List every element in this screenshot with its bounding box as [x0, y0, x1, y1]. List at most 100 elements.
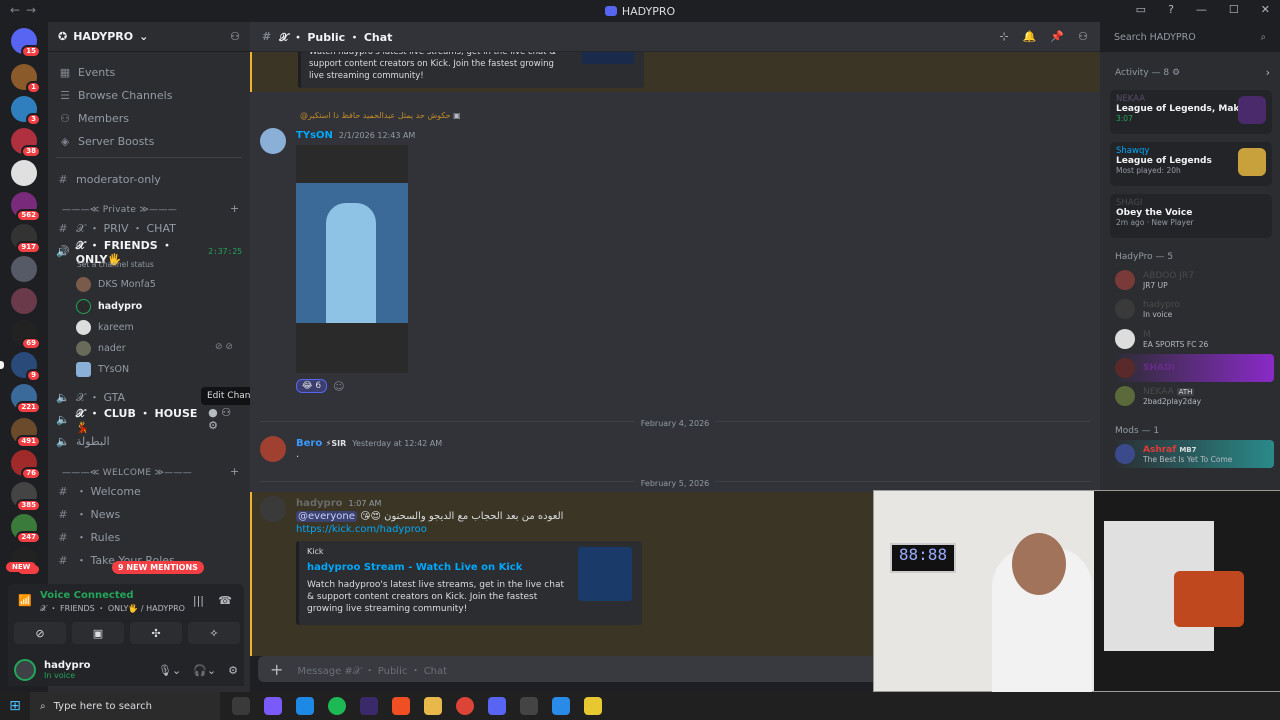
server-icon[interactable]: 3	[11, 96, 41, 126]
mic-icon[interactable]: 🎙⌄	[158, 664, 181, 677]
embed-thumbnail[interactable]	[578, 547, 632, 601]
premiere-icon[interactable]	[360, 697, 378, 715]
headphones-icon[interactable]: 🎧⌄	[193, 664, 216, 677]
threads-icon[interactable]: ⊹	[1000, 30, 1009, 43]
member-item[interactable]: NEKAA ATH 2bad2play2day	[1115, 386, 1201, 406]
channel-priv-chat[interactable]: # 𝒳 ・ PRIV ・ CHAT	[56, 218, 242, 238]
add-reaction-icon[interactable]: ☺	[333, 380, 344, 393]
channel-moderator-only[interactable]: # moderator-only	[56, 169, 242, 189]
chevron-right-icon[interactable]: ›	[1266, 66, 1270, 79]
reaction[interactable]: 😂 6	[296, 379, 328, 393]
server-icon[interactable]: 385	[11, 482, 41, 512]
voice-user[interactable]: nader	[76, 339, 126, 357]
message-link[interactable]: https://kick.com/hadyproo	[296, 524, 642, 535]
channel-rules[interactable]: # ・ Rules	[56, 527, 242, 547]
add-member-icon[interactable]: ⚇	[230, 30, 240, 43]
server-icon[interactable]: 247	[11, 514, 41, 544]
server-icon[interactable]: 1	[11, 64, 41, 94]
obs-icon[interactable]	[520, 697, 538, 715]
image-attachment[interactable]	[296, 145, 408, 373]
voice-user[interactable]: TYsON	[76, 360, 129, 378]
server-icon[interactable]	[11, 160, 37, 186]
member-item[interactable]: hadypro In voice	[1115, 299, 1180, 319]
app-icon[interactable]	[552, 697, 570, 715]
member-item[interactable]: ABDOO JR7 JR7 UP	[1115, 270, 1194, 290]
menu-server-boosts[interactable]: ◈ Server Boosts	[58, 131, 244, 151]
add-channel-icon[interactable]: +	[230, 465, 239, 478]
voice-channel-path[interactable]: 𝒳 ・ FRIENDS ・ ONLY🖐 / HADYPRO	[40, 603, 185, 614]
task-view-icon[interactable]	[232, 697, 250, 715]
inbox-icon[interactable]: ▭	[1136, 3, 1146, 16]
pin-icon[interactable]: 📌	[1050, 30, 1064, 43]
minimize-button[interactable]: —	[1196, 3, 1207, 16]
reply-preview[interactable]: @حكوش حد يمثل عبدالحميد حافظ دا استكير ▣	[300, 111, 461, 120]
server-icon[interactable]	[11, 256, 37, 282]
close-button[interactable]: ✕	[1261, 3, 1270, 16]
avatar[interactable]	[260, 128, 286, 154]
menu-browse-channels[interactable]: ☰ Browse Channels	[58, 85, 244, 105]
server-icon[interactable]: 38	[11, 128, 41, 158]
avatar[interactable]	[260, 436, 286, 462]
author-name[interactable]: Bero	[296, 438, 322, 449]
maximize-button[interactable]: ☐	[1229, 3, 1239, 16]
activity-card[interactable]: SHAGI Obey the Voice 2m ago · New Player	[1110, 194, 1272, 238]
chrome-icon[interactable]	[456, 697, 474, 715]
nav-arrows[interactable]: ←→	[10, 3, 42, 17]
set-channel-status[interactable]: Set a channel status	[77, 260, 154, 269]
soundboard-button[interactable]: ✧	[188, 622, 240, 644]
server-icon[interactable]: 221	[11, 384, 41, 414]
menu-events[interactable]: ▦ Events	[58, 62, 244, 82]
voice-channel-friends-only[interactable]: 🔊 𝒳 ・ FRIENDS ・ ONLY🖐 2:37:25	[56, 239, 242, 266]
explorer-icon[interactable]	[424, 697, 442, 715]
everyone-mention[interactable]: @everyone	[296, 511, 357, 522]
member-item[interactable]: Ashraf MB7 The Best Is Yet To Come	[1115, 444, 1232, 464]
author-name[interactable]: hadypro	[296, 498, 343, 509]
copilot-icon[interactable]	[264, 697, 282, 715]
channel-news[interactable]: # ・ News	[56, 504, 242, 524]
voice-user[interactable]: hadypro	[76, 297, 142, 315]
activity-header[interactable]: Activity — 8 ⚙	[1115, 68, 1180, 78]
voice-channel-albatolah[interactable]: 🔈 البطولة	[56, 431, 242, 451]
channel-actions[interactable]: ● ⚇ ⚙	[208, 406, 242, 432]
server-icon[interactable]	[11, 288, 37, 314]
activity-card[interactable]: Shawqy League of Legends Most played: 20…	[1110, 142, 1272, 186]
search-input[interactable]: Search HADYPRO ⌕	[1108, 28, 1272, 48]
disconnect-icon[interactable]: ☎	[218, 594, 232, 607]
edge-icon[interactable]	[296, 697, 314, 715]
discord-icon[interactable]	[488, 697, 506, 715]
member-item[interactable]: SHADI	[1115, 358, 1175, 378]
server-icon[interactable]: 76	[11, 450, 41, 480]
gear-icon[interactable]: ⚙	[228, 664, 238, 677]
plus-icon[interactable]: +	[270, 660, 283, 679]
avatar[interactable]	[14, 659, 36, 681]
noise-icon[interactable]: |||	[193, 594, 204, 607]
voice-user[interactable]: kareem	[76, 318, 134, 336]
menu-members[interactable]: ⚇ Members	[58, 108, 244, 128]
camera-off-button[interactable]: ⊘	[14, 622, 66, 644]
guild-header[interactable]: ✪ HADYPRO ⌄ ⚇	[48, 22, 250, 52]
activities-button[interactable]: ✣	[130, 622, 182, 644]
help-icon[interactable]: ?	[1168, 3, 1174, 16]
new-badge[interactable]: NEW	[6, 562, 37, 572]
brave-icon[interactable]	[392, 697, 410, 715]
spotify-icon[interactable]	[328, 697, 346, 715]
server-icon[interactable]: 9	[0, 352, 41, 382]
screen-share-button[interactable]: ▣	[72, 622, 124, 644]
bell-icon[interactable]: 🔔	[1023, 30, 1037, 43]
windows-start-icon[interactable]: ⊞	[0, 698, 30, 714]
category-welcome[interactable]: ———≪ WELCOME ≫———	[62, 468, 192, 478]
channel-welcome[interactable]: # ・ Welcome	[56, 481, 242, 501]
voice-channel-club-house[interactable]: 🔈 𝒳 ・ CLUB ・ HOUSE💃 ● ⚇ ⚙	[56, 406, 242, 434]
avatar[interactable]	[260, 496, 286, 522]
home-button[interactable]: 15	[11, 28, 41, 58]
server-icon[interactable]: 562	[11, 192, 41, 222]
server-icon[interactable]: 917	[11, 224, 41, 254]
new-mentions-badge[interactable]: 9 NEW MENTIONS	[112, 561, 204, 574]
activity-card[interactable]: NEKAA League of Legends, Mako 3:07	[1110, 90, 1272, 134]
member-item[interactable]: M EA SPORTS FC 26	[1115, 329, 1208, 349]
members-icon[interactable]: ⚇	[1078, 30, 1088, 43]
voice-user[interactable]: DKS Monfa5	[76, 275, 156, 293]
embed-thumbnail[interactable]	[582, 52, 634, 64]
author-name[interactable]: TYsON	[296, 130, 333, 141]
app-icon[interactable]	[584, 697, 602, 715]
